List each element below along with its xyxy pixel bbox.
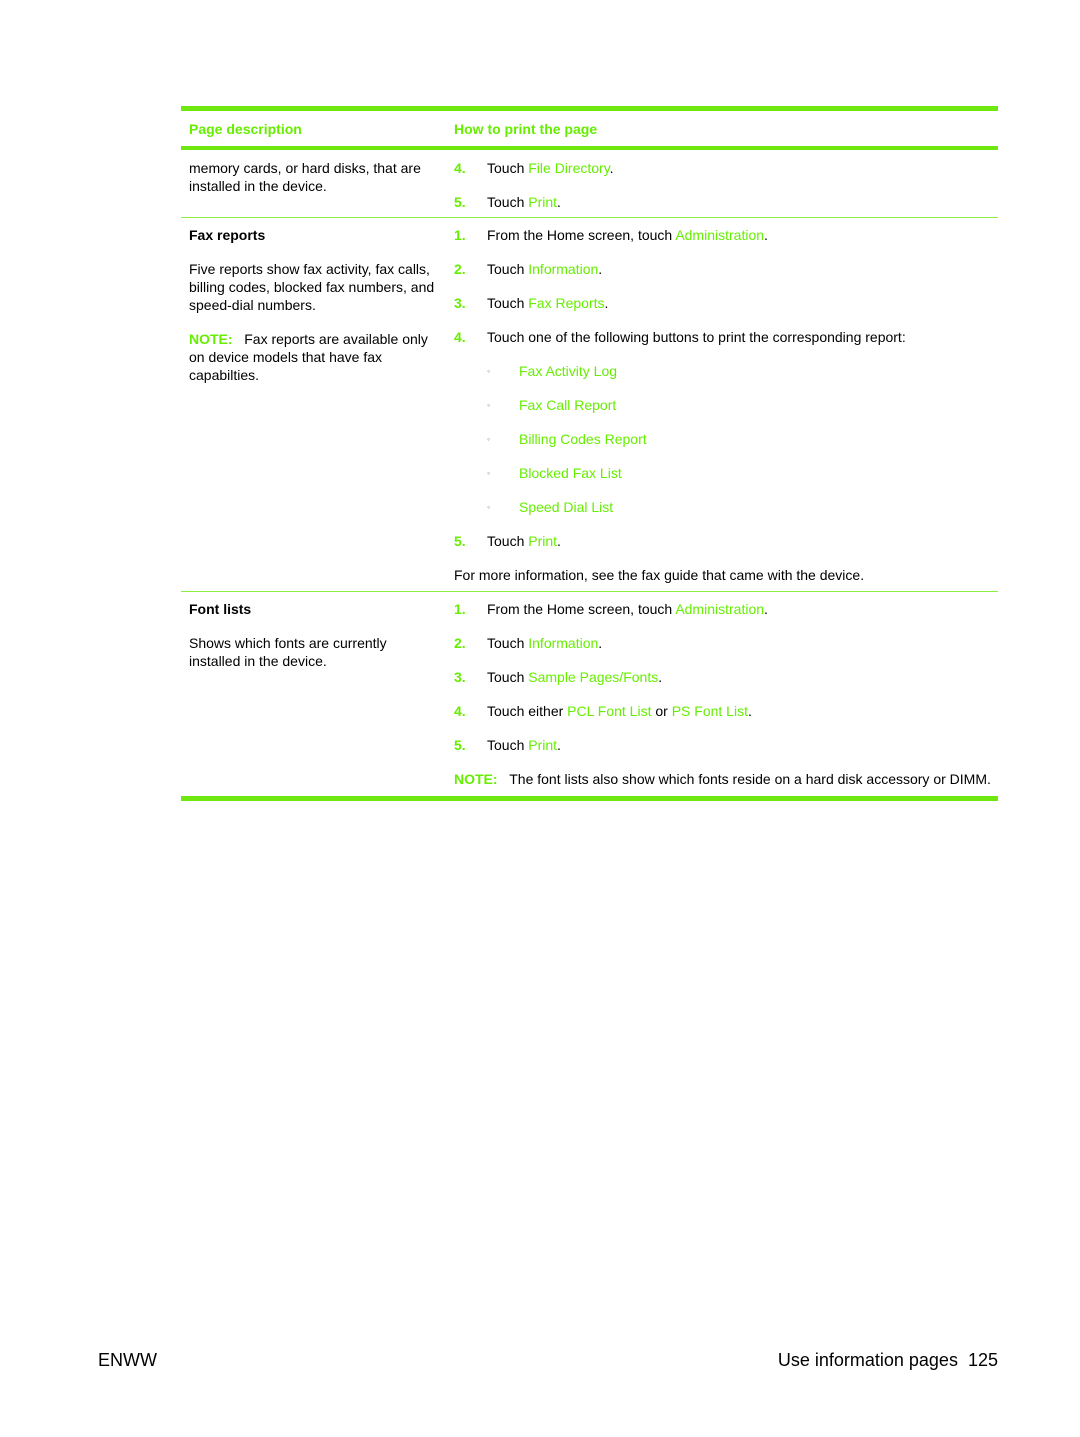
step-item: 3. Touch Sample Pages/Fonts.: [454, 668, 998, 686]
fax-reports-description: Five reports show fax activity, fax call…: [189, 261, 435, 313]
step-text: Touch: [487, 533, 529, 549]
step-item: 4. Touch one of the following buttons to…: [454, 328, 998, 346]
punct: .: [557, 194, 561, 210]
punct: .: [609, 160, 614, 176]
step-number: 5.: [454, 737, 466, 753]
punct: .: [747, 703, 752, 719]
punct: .: [764, 227, 768, 243]
fax-reports-note: NOTE: Fax reports are available only on …: [189, 330, 440, 384]
punct: .: [604, 295, 609, 311]
bullet-item: ◦ Fax Activity Log: [454, 362, 998, 380]
step-number: 1.: [454, 601, 466, 617]
bullet-item: ◦ Blocked Fax List: [454, 464, 998, 482]
step-text: Touch: [487, 295, 529, 311]
step-number: 4.: [454, 703, 466, 719]
fax-call-report-link[interactable]: Fax Call Report: [519, 396, 616, 414]
footer-locale: ENWW: [98, 1350, 157, 1370]
step-item: 5. Touch Print.: [454, 736, 998, 754]
step-item: 4. Touch either PCL Font List or PS Font…: [454, 702, 998, 720]
print-link[interactable]: Print: [528, 533, 557, 549]
step-text: Touch: [487, 194, 529, 210]
sample-pages-fonts-link[interactable]: Sample Pages/Fonts: [528, 669, 658, 685]
bullet-item: ◦ Billing Codes Report: [454, 430, 998, 448]
step-text: Touch: [487, 737, 529, 753]
step-number: 1.: [454, 227, 466, 243]
header-page-description: Page description: [189, 120, 302, 137]
information-link[interactable]: Information: [528, 635, 598, 651]
info-pages-table: Page description How to print the page m…: [181, 106, 998, 801]
step-number: 2.: [454, 261, 466, 277]
print-link[interactable]: Print: [528, 194, 557, 210]
font-lists-title: Font lists: [189, 601, 252, 617]
step-number: 3.: [454, 669, 466, 685]
print-link[interactable]: Print: [528, 737, 557, 753]
table-header: Page description How to print the page: [181, 111, 998, 146]
font-lists-note: NOTE: The font lists also show which fon…: [454, 770, 998, 788]
bullet-circle-icon: ◦: [487, 366, 491, 376]
table-row-continued: memory cards, or hard disks, that are in…: [181, 150, 998, 217]
step-text: From the Home screen, touch: [487, 227, 676, 243]
header-how-to-print: How to print the page: [454, 120, 598, 137]
step-number: 3.: [454, 295, 466, 311]
pcl-font-list-link[interactable]: PCL Font List: [567, 703, 651, 719]
billing-codes-report-link[interactable]: Billing Codes Report: [519, 430, 647, 448]
step-item: 2. Touch Information.: [454, 634, 998, 652]
punct: .: [557, 533, 561, 549]
step-item: 1. From the Home screen, touch Administr…: [454, 600, 998, 618]
step-text: Touch either: [487, 703, 568, 719]
bullet-circle-icon: ◦: [487, 502, 491, 512]
step-item: 1. From the Home screen, touch Administr…: [454, 226, 998, 244]
continued-description: memory cards, or hard disks, that are in…: [189, 160, 421, 194]
footer-page-info: Use information pages 125: [778, 1350, 998, 1371]
step-number: 4.: [454, 329, 466, 345]
blocked-fax-list-link[interactable]: Blocked Fax List: [519, 464, 622, 482]
file-directory-link[interactable]: File Directory: [528, 160, 609, 176]
step-item: 5. Touch Print.: [454, 193, 998, 211]
fax-activity-log-link[interactable]: Fax Activity Log: [519, 362, 617, 380]
page-number: 125: [967, 1350, 998, 1370]
step-number: 5.: [454, 194, 466, 210]
information-link[interactable]: Information: [528, 261, 598, 277]
note-label: NOTE:: [454, 771, 498, 787]
punct: .: [764, 601, 768, 617]
table-row-font-lists: Font lists Shows which fonts are current…: [181, 592, 998, 796]
administration-link[interactable]: Administration: [675, 227, 764, 243]
step-text: or: [651, 703, 672, 719]
fax-reports-link[interactable]: Fax Reports: [528, 295, 604, 311]
table-row-fax-reports: Fax reports Five reports show fax activi…: [181, 218, 998, 591]
step-number: 4.: [454, 160, 466, 176]
font-lists-description: Shows which fonts are currently installe…: [189, 635, 387, 669]
step-number: 5.: [454, 533, 466, 549]
table-bottom-rule: [181, 796, 998, 801]
footer-section-title: Use information pages: [777, 1350, 958, 1370]
note-label: NOTE:: [189, 331, 233, 347]
ps-font-list-link[interactable]: PS Font List: [672, 703, 748, 719]
step-item: 4. Touch File Directory.: [454, 159, 998, 177]
step-text: Touch: [487, 261, 529, 277]
administration-link[interactable]: Administration: [675, 601, 764, 617]
bullet-circle-icon: ◦: [487, 400, 491, 410]
note-text: The font lists also show which fonts res…: [509, 771, 991, 787]
step-text: Touch: [487, 669, 529, 685]
step-text: Touch: [487, 635, 529, 651]
step-item: 3. Touch Fax Reports.: [454, 294, 998, 312]
speed-dial-list-link[interactable]: Speed Dial List: [519, 498, 613, 516]
step-text: From the Home screen, touch: [487, 601, 676, 617]
step-number: 2.: [454, 635, 466, 651]
bullet-item: ◦ Speed Dial List: [454, 498, 998, 516]
fax-reports-title: Fax reports: [189, 227, 266, 243]
punct: .: [658, 669, 663, 685]
fax-more-info: For more information, see the fax guide …: [454, 567, 865, 583]
bullet-item: ◦ Fax Call Report: [454, 396, 998, 414]
punct: .: [557, 737, 561, 753]
step-item: 2. Touch Information.: [454, 260, 998, 278]
bullet-circle-icon: ◦: [487, 434, 491, 444]
bullet-circle-icon: ◦: [487, 468, 491, 478]
punct: .: [598, 261, 603, 277]
step-text: Touch one of the following buttons to pr…: [487, 329, 906, 345]
step-text: Touch: [487, 160, 529, 176]
punct: .: [598, 635, 603, 651]
step-item: 5. Touch Print.: [454, 532, 998, 550]
